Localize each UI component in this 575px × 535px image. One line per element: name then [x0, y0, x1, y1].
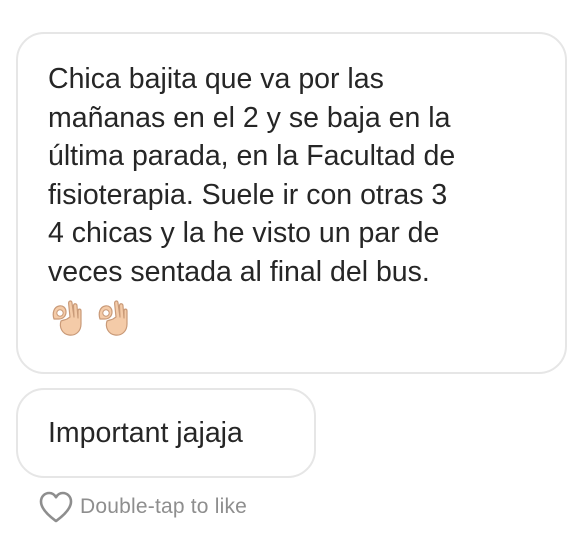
like-row[interactable]: Double-tap to like	[38, 489, 247, 525]
double-tap-like-label: Double-tap to like	[80, 495, 248, 518]
heart-outline-icon[interactable]	[38, 490, 74, 524]
reply-text: Important jajaja	[48, 416, 243, 449]
message-line: fisioterapia. Suele ir con otras 3	[48, 178, 448, 211]
ok-hand-icon	[98, 300, 128, 336]
message-line: Chica bajita que va por las	[48, 63, 384, 95]
message-bubble[interactable]: Chica bajita que va por las mañanas en e…	[16, 32, 567, 374]
reply-bubble[interactable]: Important jajaja	[16, 388, 316, 478]
message-line: última parada, en la Facultad de	[48, 140, 456, 172]
message-text: Chica bajita que va por las mañanas en e…	[48, 60, 545, 291]
message-line: mañanas en el 2 y se baja en la	[48, 101, 451, 134]
message-line: 4 chicas y la he visto un par de	[48, 217, 440, 249]
emoji-row	[48, 297, 545, 337]
message-line: veces sentada al final del bus.	[48, 255, 430, 288]
ok-hand-icon	[52, 300, 82, 336]
